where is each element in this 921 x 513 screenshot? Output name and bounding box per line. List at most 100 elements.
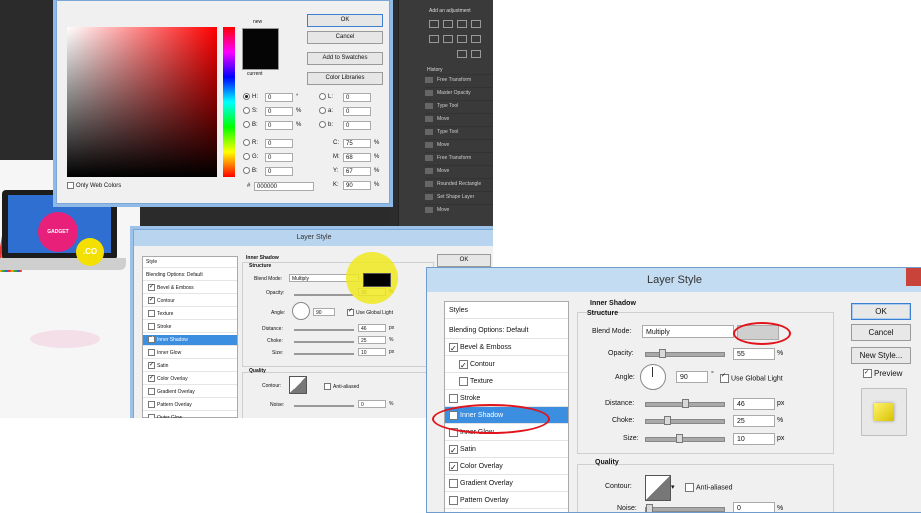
color-value-input[interactable]: 0 [265,121,293,130]
color-balance-icon[interactable] [457,35,467,43]
history-item[interactable]: Move [425,204,493,216]
choke-input[interactable]: 25 [358,336,386,344]
history-item[interactable]: Free Transform [425,74,493,86]
lab-mode-radio[interactable] [319,107,326,114]
distance-slider[interactable] [294,329,354,331]
hex-input[interactable]: 000000 [254,182,314,191]
noise-slider[interactable] [294,405,354,407]
add-to-swatches-button[interactable]: Add to Swatches [307,52,383,65]
opacity-slider[interactable] [294,294,354,296]
styles-header[interactable]: Styles [445,302,568,319]
angle-dial[interactable] [640,364,666,390]
style-list-item[interactable]: Texture [143,309,237,320]
noise-input[interactable]: 0 [358,400,386,408]
style-checkbox[interactable] [449,444,458,454]
style-checkbox[interactable] [449,342,458,352]
cmyk-value-input[interactable]: 68 [343,153,371,162]
hue-slider[interactable] [223,27,235,177]
style-checkbox[interactable] [148,362,155,370]
vibrance-icon[interactable] [429,35,439,43]
style-list-item[interactable]: Color Overlay [445,458,568,475]
style-checkbox[interactable] [148,310,155,318]
preview-checkbox[interactable] [863,369,872,379]
black-white-icon[interactable] [471,35,481,43]
history-item[interactable]: Free Transform [425,152,493,164]
style-checkbox[interactable] [148,401,155,409]
global-light-checkbox[interactable] [720,374,729,383]
angle-dial[interactable] [292,302,310,320]
only-web-colors-row[interactable]: Only Web Colors [67,182,121,191]
size-slider[interactable] [645,434,725,443]
anti-aliased-checkbox[interactable] [685,483,694,492]
choke-slider[interactable] [645,416,725,425]
color-libraries-button[interactable]: Color Libraries [307,72,383,85]
size-slider-thumb[interactable] [676,434,683,443]
cmyk-value-input[interactable]: 75 [343,139,371,148]
style-checkbox[interactable] [449,393,458,403]
style-checkbox[interactable] [148,414,155,418]
cmyk-value-input[interactable]: 90 [343,181,371,190]
history-item[interactable]: Move [425,165,493,177]
history-item[interactable]: Type Tool [425,126,493,138]
size-slider[interactable] [294,353,354,355]
style-checkbox[interactable] [148,388,155,396]
color-mode-radio[interactable] [243,153,250,160]
color-value-input[interactable]: 0 [265,153,293,162]
style-checkbox[interactable] [148,297,155,305]
history-item[interactable]: Set Shape Layer [425,191,493,203]
levels-icon[interactable] [443,20,453,28]
size-input[interactable]: 10 [358,348,386,356]
opacity-slider[interactable] [645,349,725,358]
color-field-label[interactable]: G: [243,153,258,162]
lab-mode-radio[interactable] [319,93,326,100]
choke-slider[interactable] [294,341,354,343]
style-list-item[interactable]: Color Overlay [143,374,237,385]
color-mode-radio[interactable] [243,93,250,100]
history-item[interactable]: Rounded Rectangle [425,178,493,190]
style-list-item[interactable]: Contour [143,296,237,307]
noise-slider[interactable] [645,504,725,512]
contour-picker[interactable] [645,475,671,501]
ok-button[interactable]: OK [307,14,383,27]
anti-aliased-row[interactable]: Anti-aliased [685,483,733,492]
history-item[interactable]: Move [425,139,493,151]
distance-input[interactable]: 46 [358,324,386,332]
global-light-checkbox[interactable] [347,309,354,316]
color-field[interactable] [67,27,217,177]
exposure-icon[interactable] [471,20,481,28]
color-mode-radio[interactable] [243,107,250,114]
brightness-icon[interactable] [429,20,439,28]
color-value-input[interactable]: 0 [265,167,293,176]
noise-slider-thumb[interactable] [646,504,653,512]
color-mode-radio[interactable] [243,139,250,146]
cancel-button[interactable]: Cancel [851,324,911,341]
color-field-label[interactable]: B: [243,121,258,130]
style-checkbox[interactable] [148,284,155,292]
style-list-item[interactable]: Inner Shadow [143,335,237,346]
anti-aliased-row[interactable]: Anti-aliased [324,383,359,390]
color-value-input[interactable]: 0 [265,139,293,148]
distance-slider[interactable] [645,399,725,408]
blending-options-item[interactable]: Blending Options: Default [445,322,568,339]
contour-picker[interactable] [289,376,307,394]
style-checkbox[interactable] [449,461,458,471]
global-light-row[interactable]: Use Global Light [720,374,783,383]
color-field-label[interactable]: H: [243,93,258,102]
style-checkbox[interactable] [449,495,458,505]
history-item[interactable]: Master Opacity [425,87,493,99]
lab-value-input[interactable]: 0 [343,93,371,102]
style-checkbox[interactable] [148,375,155,383]
style-checkbox[interactable] [148,349,155,357]
style-list-item[interactable]: Stroke [143,322,237,333]
history-item[interactable]: Move [425,113,493,125]
size-input[interactable]: 10 [733,433,775,445]
style-list-item[interactable]: Gradient Overlay [445,475,568,492]
style-list-item[interactable]: Bevel & Emboss [445,339,568,356]
color-mode-radio[interactable] [243,121,250,128]
style-list-item[interactable]: Bevel & Emboss [143,283,237,294]
lab-field-label[interactable]: L: [319,93,333,102]
history-item[interactable]: Type Tool [425,100,493,112]
style-checkbox[interactable] [459,359,468,369]
cmyk-value-input[interactable]: 67 [343,167,371,176]
distance-slider-thumb[interactable] [682,399,689,408]
